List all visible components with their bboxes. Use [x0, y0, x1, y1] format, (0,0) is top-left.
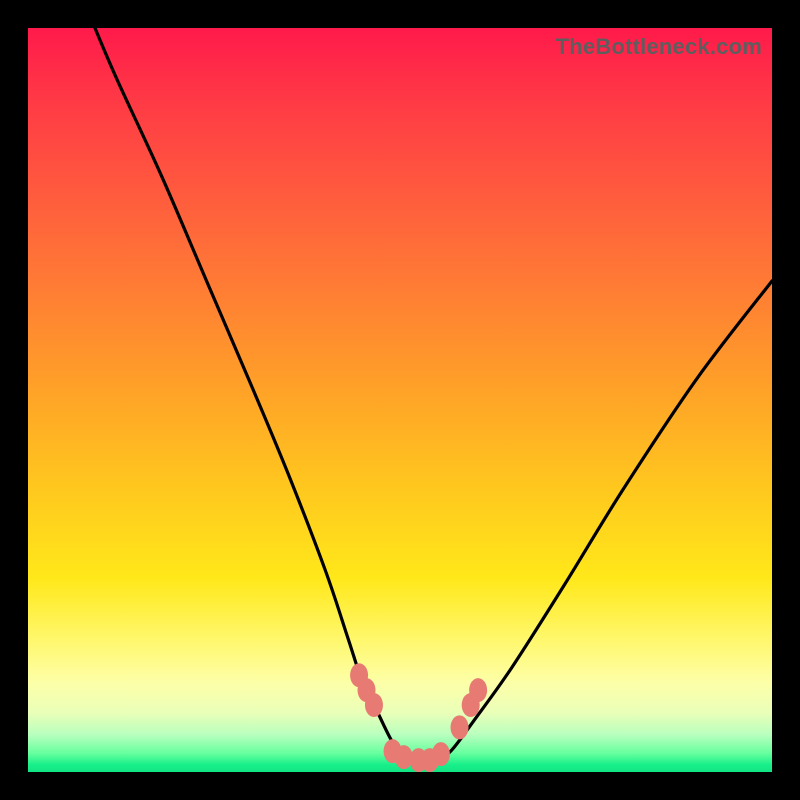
watermark-text: TheBottleneck.com — [556, 34, 762, 60]
bottleneck-curve — [95, 28, 772, 765]
plot-area: TheBottleneck.com — [28, 28, 772, 772]
chart-frame: TheBottleneck.com — [0, 0, 800, 800]
marker-dot — [432, 742, 450, 766]
marker-dot — [469, 678, 487, 702]
near-optimum-markers — [350, 663, 487, 772]
marker-dot — [365, 693, 383, 717]
marker-dot — [451, 715, 469, 739]
chart-svg — [28, 28, 772, 772]
